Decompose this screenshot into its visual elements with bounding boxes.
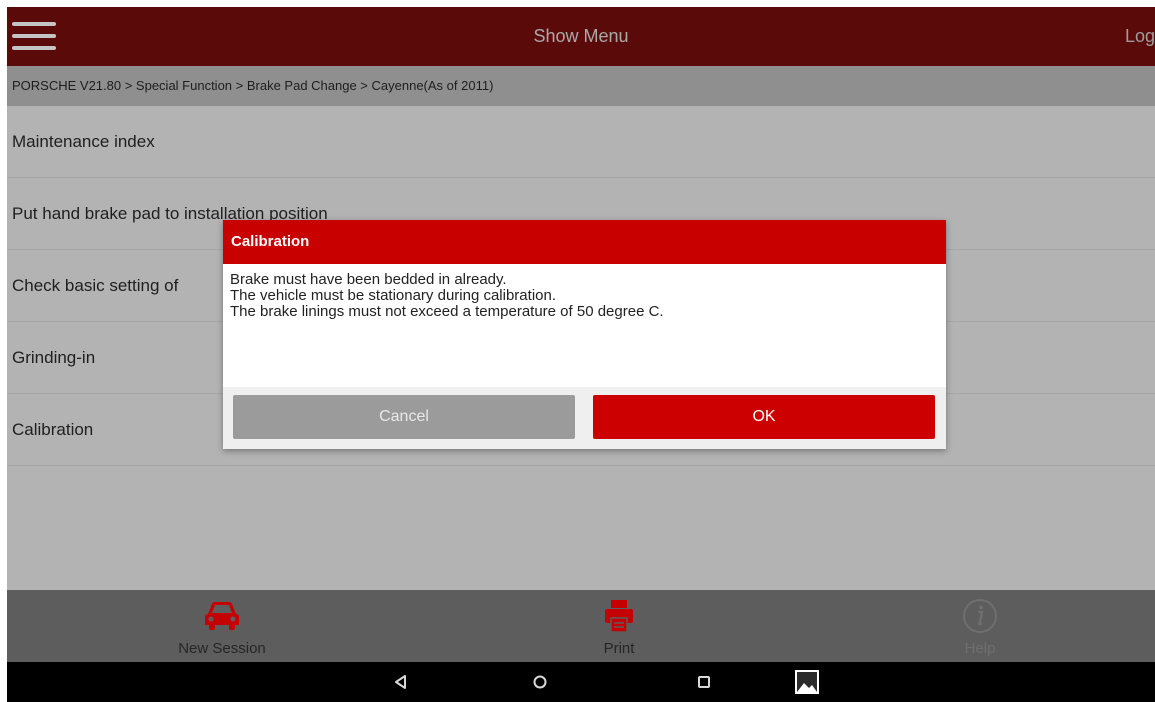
- dialog-message-line: The vehicle must be stationary during ca…: [230, 287, 557, 304]
- back-nav-button[interactable]: [381, 662, 421, 702]
- print-button[interactable]: Print: [519, 590, 719, 662]
- home-circle-icon: [533, 675, 547, 689]
- dialog-message: Brake must have been bedded in already. …: [230, 272, 930, 320]
- recents-square-icon: [698, 676, 710, 688]
- info-icon: [963, 599, 997, 633]
- back-triangle-icon: [395, 675, 406, 689]
- print-label: Print: [603, 640, 635, 657]
- dialog-message-line: Brake must have been bedded in already.: [230, 271, 507, 288]
- screenshot-nav-button[interactable]: [787, 662, 827, 702]
- printer-icon: [605, 600, 633, 633]
- dialog-title: Calibration: [231, 233, 310, 250]
- login-button[interactable]: Login: [1125, 7, 1155, 66]
- bottom-toolbar: New Session Print Help: [7, 590, 1155, 662]
- new-session-button[interactable]: New Session: [122, 590, 322, 662]
- car-icon: [205, 602, 239, 630]
- breadcrumb: PORSCHE V21.80 > Special Function > Brak…: [7, 66, 1155, 106]
- dialog-footer: Cancel OK: [223, 387, 946, 449]
- gallery-icon: [795, 670, 819, 694]
- cancel-button[interactable]: Cancel: [233, 395, 575, 439]
- home-nav-button[interactable]: [520, 662, 560, 702]
- dialog-message-line: The brake linings must not exceed a temp…: [230, 303, 664, 320]
- calibration-dialog: Calibration Brake must have been bedded …: [223, 220, 946, 449]
- recents-nav-button[interactable]: [684, 662, 724, 702]
- ok-button[interactable]: OK: [593, 395, 935, 439]
- new-session-label: New Session: [178, 640, 266, 657]
- help-label: Help: [964, 640, 996, 657]
- page-title: Show Menu: [533, 26, 629, 46]
- list-item-maintenance-index[interactable]: Maintenance index: [7, 106, 1155, 178]
- top-bar: Show Menu Login: [7, 7, 1155, 66]
- dialog-header: Calibration: [223, 220, 946, 264]
- android-nav-bar: [7, 662, 1155, 702]
- help-button[interactable]: Help: [880, 590, 1080, 662]
